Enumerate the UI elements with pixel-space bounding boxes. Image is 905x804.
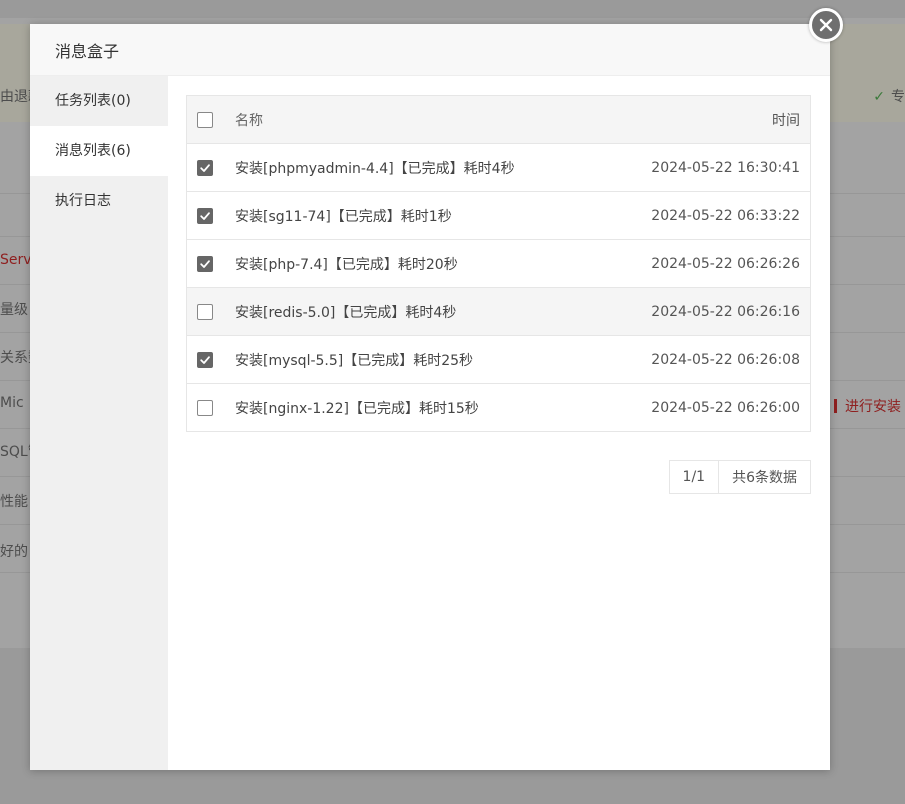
table-row[interactable]: 安装[sg11-74]【已完成】耗时1秒 2024-05-22 06:33:22: [186, 191, 811, 240]
install-label: 进行安装: [845, 399, 901, 415]
row-checkbox[interactable]: [197, 351, 213, 368]
message-list-panel: 名称 时间 安装[phpmyadmin-4.4]【已完成】耗时4秒 2024-05…: [186, 95, 811, 494]
table-row[interactable]: 安装[php-7.4]【已完成】耗时20秒 2024-05-22 06:26:26: [186, 239, 811, 288]
check-icon: [200, 211, 210, 220]
message-rows: 安装[phpmyadmin-4.4]【已完成】耗时4秒 2024-05-22 16…: [186, 143, 811, 432]
page-indicator[interactable]: 1/1: [670, 461, 719, 493]
dialog-title: 消息盒子: [55, 41, 120, 61]
close-button[interactable]: [809, 8, 843, 42]
select-all-cell: [186, 95, 235, 144]
pagination: 1/1 共6条数据: [668, 460, 811, 494]
message-name: 安装[redis-5.0]【已完成】耗时4秒: [235, 287, 602, 336]
row-checkbox-cell: [186, 191, 235, 240]
check-icon: ✓: [873, 89, 885, 105]
row-checkbox-cell: [186, 287, 235, 336]
row-checkbox-cell: [186, 239, 235, 288]
row-checkbox-cell: [186, 383, 235, 432]
message-time: 2024-05-22 06:26:26: [601, 239, 811, 288]
message-box-dialog: 消息盒子 任务列表(0) 消息列表(6) 执行日志 名称 时间 安装[phpmy…: [30, 24, 830, 770]
message-name: 安装[phpmyadmin-4.4]【已完成】耗时4秒: [235, 143, 602, 192]
close-icon: [819, 18, 833, 32]
bg-row-text: 量级: [0, 302, 28, 318]
sidebar-item-task-list[interactable]: 任务列表(0): [30, 76, 168, 126]
table-row[interactable]: 安装[nginx-1.22]【已完成】耗时15秒 2024-05-22 06:26…: [186, 383, 811, 432]
message-time: 2024-05-22 16:30:41: [601, 143, 811, 192]
bg-row-text: Mic: [0, 395, 24, 411]
message-time: 2024-05-22 06:26:08: [601, 335, 811, 384]
row-checkbox[interactable]: [197, 159, 213, 176]
row-checkbox[interactable]: [197, 207, 213, 224]
row-checkbox-cell: [186, 143, 235, 192]
dialog-header: 消息盒子: [30, 24, 830, 76]
row-checkbox[interactable]: [197, 303, 213, 320]
total-count: 共6条数据: [718, 461, 810, 493]
message-name: 安装[sg11-74]【已完成】耗时1秒: [235, 191, 602, 240]
message-time: 2024-05-22 06:26:00: [601, 383, 811, 432]
table-header-row: 名称 时间: [186, 95, 811, 144]
check-icon: [200, 259, 210, 268]
row-checkbox-cell: [186, 335, 235, 384]
check-icon: [200, 163, 210, 172]
notice-right: ✓ 专: [873, 86, 905, 106]
column-header-time: 时间: [601, 95, 811, 144]
message-time: 2024-05-22 06:33:22: [601, 191, 811, 240]
message-name: 安装[mysql-5.5]【已完成】耗时25秒: [235, 335, 602, 384]
message-time: 2024-05-22 06:26:16: [601, 287, 811, 336]
sidebar-item-message-list[interactable]: 消息列表(6): [30, 126, 168, 176]
message-name: 安装[php-7.4]【已完成】耗时20秒: [235, 239, 602, 288]
dialog-sidebar: 任务列表(0) 消息列表(6) 执行日志: [30, 76, 168, 770]
table-row[interactable]: 安装[phpmyadmin-4.4]【已完成】耗时4秒 2024-05-22 16…: [186, 143, 811, 192]
bg-row-text: 好的: [0, 544, 28, 560]
message-name: 安装[nginx-1.22]【已完成】耗时15秒: [235, 383, 602, 432]
check-icon: [200, 355, 210, 364]
select-all-checkbox[interactable]: [197, 111, 213, 128]
table-row[interactable]: 安装[redis-5.0]【已完成】耗时4秒 2024-05-22 06:26:1…: [186, 287, 811, 336]
bg-row-text: 性能: [0, 494, 28, 510]
bg-install-link: 进行安装: [834, 396, 901, 416]
notice-right-text: 专: [891, 89, 905, 105]
row-checkbox[interactable]: [197, 399, 213, 416]
row-checkbox[interactable]: [197, 255, 213, 272]
sidebar-item-exec-log[interactable]: 执行日志: [30, 176, 168, 226]
column-header-name: 名称: [235, 95, 602, 144]
table-row[interactable]: 安装[mysql-5.5]【已完成】耗时25秒 2024-05-22 06:26:…: [186, 335, 811, 384]
message-table: 名称 时间 安装[phpmyadmin-4.4]【已完成】耗时4秒 2024-05…: [186, 95, 811, 432]
